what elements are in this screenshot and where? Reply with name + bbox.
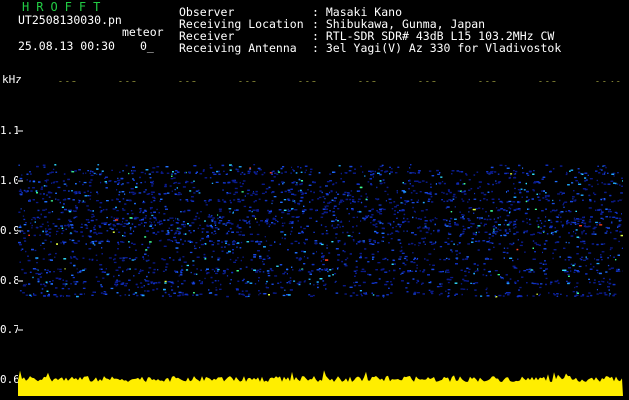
file-name: UT2508130030.pn <box>18 13 122 27</box>
antenna-label: Receiving Antenna <box>179 41 297 55</box>
date-time: 25.08.13 00:30 <box>18 39 115 53</box>
counter-value: 0_ <box>140 39 154 53</box>
y-tick-label: 0.6 <box>0 373 20 386</box>
app-brand-title: HROFFT <box>22 0 108 14</box>
plot-background <box>18 82 623 396</box>
antenna-value: : 3el Yagi(V) Az 330 for Vladivostok <box>312 41 562 55</box>
y-tick-label: 0.9 <box>0 224 20 237</box>
y-tick-label: 1.1 <box>0 124 20 137</box>
mode-label: meteor <box>122 25 164 39</box>
y-tick-label: 0.7 <box>0 323 20 336</box>
y-tick-label: 1.0 <box>0 174 20 187</box>
spectrogram-plot <box>18 82 623 396</box>
y-tick-label: 0.8 <box>0 274 20 287</box>
